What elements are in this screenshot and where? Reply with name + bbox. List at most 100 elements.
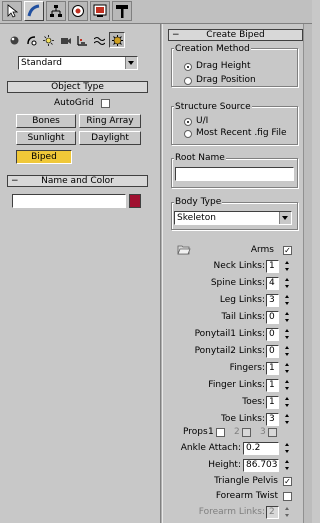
category-dropdown-value: Standard xyxy=(21,58,62,68)
utilities-hammer-icon xyxy=(116,5,128,18)
right-panel: − Create Biped Creation Method Drag Heig… xyxy=(163,24,312,523)
create-arrow-icon xyxy=(7,4,19,18)
fingers-field[interactable]: 1 xyxy=(266,362,279,375)
modify-bend-icon xyxy=(27,4,40,17)
category-dropdown[interactable]: Standard xyxy=(18,56,138,70)
toe-links-spinner[interactable] xyxy=(284,413,291,426)
props-3-checkbox[interactable] xyxy=(268,428,277,437)
fingers-spinner[interactable] xyxy=(284,362,291,375)
neck-links-field[interactable]: 1 xyxy=(266,260,279,273)
triangle-pelvis-label: Triangle Pelvis xyxy=(214,476,278,486)
drag-height-label: Drag Height xyxy=(196,61,251,71)
drag-height-radio[interactable] xyxy=(184,63,192,71)
tab-motion[interactable] xyxy=(68,1,88,21)
leg-links-field[interactable]: 3 xyxy=(266,294,279,307)
tail-links-spinner[interactable] xyxy=(284,311,291,324)
chevron-down-icon[interactable] xyxy=(279,212,291,224)
object-type-title: Object Type xyxy=(51,82,104,92)
shapes-icon[interactable] xyxy=(26,35,37,46)
geometry-icon[interactable] xyxy=(9,35,20,46)
systems-button[interactable] xyxy=(109,32,125,48)
neck-links-spinner[interactable] xyxy=(284,260,291,273)
ponytail2-links-field[interactable]: 0 xyxy=(266,345,279,358)
toe-links-label: Toe Links: xyxy=(220,414,265,424)
autogrid-label: AutoGrid xyxy=(54,98,94,108)
most-recent-fig-radio[interactable] xyxy=(184,130,192,138)
creation-method-label: Creation Method xyxy=(174,44,251,54)
bones-button[interactable]: Bones xyxy=(16,114,76,128)
name-and-color-title: Name and Color xyxy=(41,176,114,186)
tab-modify[interactable] xyxy=(24,1,44,21)
most-recent-fig-label: Most Recent .fig File xyxy=(196,128,287,138)
drag-position-label: Drag Position xyxy=(196,75,256,85)
drag-position-radio[interactable] xyxy=(184,77,192,85)
height-spinner[interactable] xyxy=(284,459,291,472)
motion-icon xyxy=(72,5,84,17)
lights-icon[interactable] xyxy=(43,35,54,46)
forearm-twist-label: Forearm Twist xyxy=(215,491,278,501)
props-2-checkbox[interactable] xyxy=(242,428,251,437)
helpers-icon[interactable] xyxy=(77,35,88,46)
ponytail1-links-label: Ponytail1 Links: xyxy=(194,329,265,339)
leg-links-label: Leg Links: xyxy=(219,295,265,305)
root-name-field[interactable] xyxy=(175,167,294,181)
finger-links-spinner[interactable] xyxy=(284,379,291,392)
toes-spinner[interactable] xyxy=(284,396,291,409)
left-panel: Standard Object Type AutoGrid Bones Ring… xyxy=(0,24,160,523)
display-monitor-icon xyxy=(93,4,107,17)
autogrid-checkbox[interactable] xyxy=(101,99,110,108)
ponytail1-links-field[interactable]: 0 xyxy=(266,328,279,341)
toes-field[interactable]: 1 xyxy=(266,396,279,409)
structure-source-label: Structure Source xyxy=(174,102,252,112)
category-icon-row xyxy=(9,32,159,48)
ankle-attach-label: Ankle Attach: xyxy=(180,443,241,453)
sunlight-button[interactable]: Sunlight xyxy=(16,131,76,145)
ring-array-button[interactable]: Ring Array xyxy=(79,114,141,128)
toes-label: Toes: xyxy=(242,397,265,407)
ponytail2-links-spinner[interactable] xyxy=(284,345,291,358)
tab-utilities[interactable] xyxy=(112,1,132,21)
finger-links-field[interactable]: 1 xyxy=(266,379,279,392)
toe-links-field[interactable]: 3 xyxy=(266,413,279,426)
space-warps-icon[interactable] xyxy=(94,35,105,46)
daylight-button[interactable]: Daylight xyxy=(79,131,141,145)
name-and-color-rollout-header[interactable]: − Name and Color xyxy=(7,175,148,187)
height-field[interactable]: 86.703 xyxy=(243,459,279,472)
forearm-links-spinner[interactable] xyxy=(284,506,291,519)
object-color-swatch[interactable] xyxy=(129,194,141,208)
object-type-rollout-header[interactable]: Object Type xyxy=(7,81,148,93)
chevron-down-icon[interactable] xyxy=(125,57,137,69)
tab-create[interactable] xyxy=(2,1,22,21)
rollout-scrollbar[interactable] xyxy=(303,24,312,523)
props-3-label: 3 xyxy=(260,427,266,437)
ui-label: U/I xyxy=(196,116,209,126)
forearm-links-field[interactable]: 2 xyxy=(266,506,279,519)
forearm-twist-checkbox[interactable] xyxy=(283,492,292,501)
root-name-label: Root Name xyxy=(174,153,226,163)
cameras-icon[interactable] xyxy=(60,35,71,46)
height-label: Height: xyxy=(208,460,241,470)
spine-links-field[interactable]: 4 xyxy=(266,277,279,290)
object-name-field[interactable] xyxy=(12,194,126,208)
body-type-value: Skeleton xyxy=(177,213,216,223)
props-1-checkbox[interactable] xyxy=(216,428,225,437)
create-biped-rollout-header[interactable]: − Create Biped xyxy=(168,29,303,41)
props-label: Props xyxy=(183,427,208,437)
ponytail2-links-label: Ponytail2 Links: xyxy=(194,346,265,356)
leg-links-spinner[interactable] xyxy=(284,294,291,307)
spine-links-spinner[interactable] xyxy=(284,277,291,290)
tail-links-field[interactable]: 0 xyxy=(266,311,279,324)
biped-button[interactable]: Biped xyxy=(16,150,72,164)
folder-open-icon[interactable] xyxy=(177,244,191,255)
body-type-label: Body Type xyxy=(174,197,223,207)
ponytail1-links-spinner[interactable] xyxy=(284,328,291,341)
triangle-pelvis-checkbox[interactable]: ✓ xyxy=(283,477,292,486)
ui-radio[interactable] xyxy=(184,118,192,126)
create-biped-title: Create Biped xyxy=(206,30,265,40)
tab-hierarchy[interactable] xyxy=(46,1,66,21)
ankle-attach-field[interactable]: 0.2 xyxy=(243,442,279,455)
body-type-dropdown[interactable]: Skeleton xyxy=(174,211,292,225)
arms-checkbox[interactable]: ✓ xyxy=(283,246,292,255)
ankle-attach-spinner[interactable] xyxy=(284,442,291,455)
tab-display[interactable] xyxy=(90,1,110,21)
